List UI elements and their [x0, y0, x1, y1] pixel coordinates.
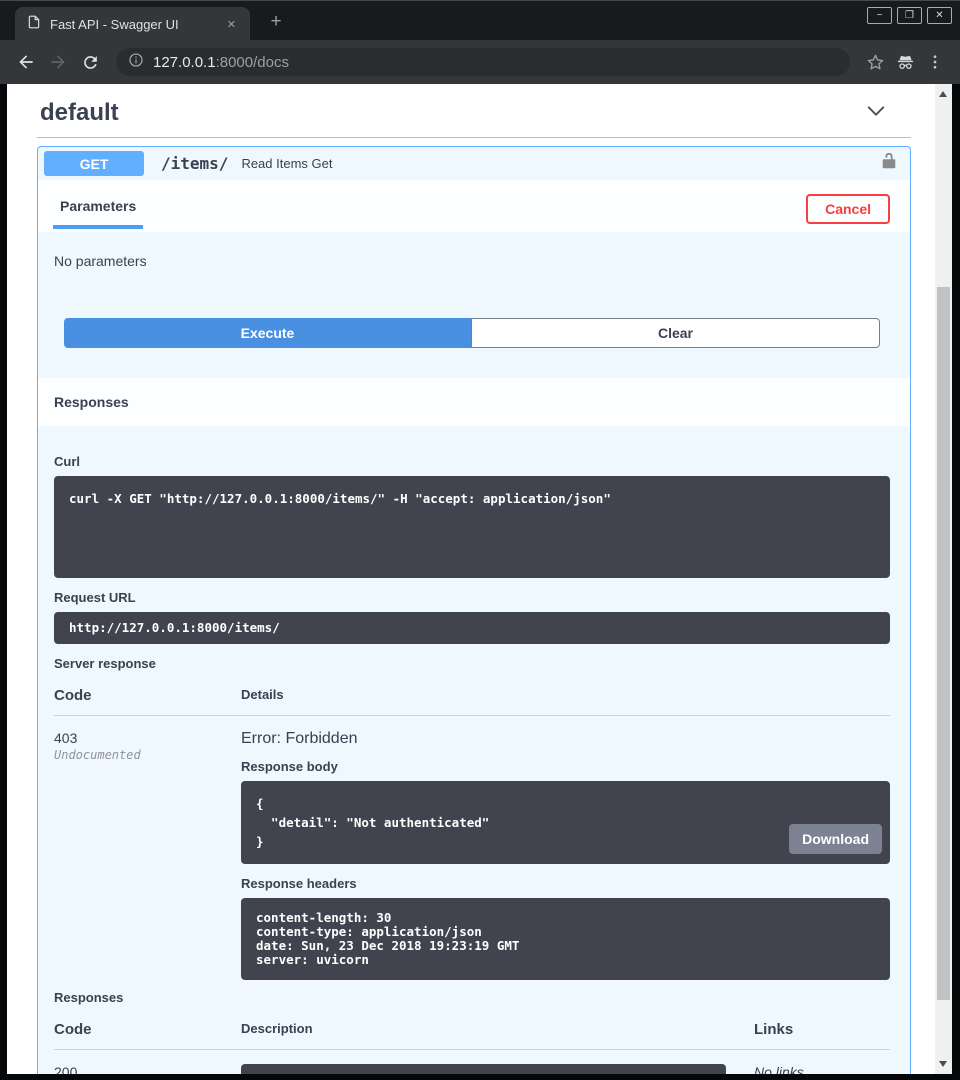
- download-button[interactable]: Download: [789, 824, 882, 854]
- execute-button[interactable]: Execute: [64, 318, 471, 348]
- curl-command: curl -X GET "http://127.0.0.1:8000/items…: [69, 489, 875, 508]
- description-column-header: Description: [241, 1021, 754, 1038]
- window-controls: − ❐ ✕: [867, 7, 952, 24]
- cancel-button[interactable]: Cancel: [806, 194, 890, 224]
- close-button[interactable]: ✕: [927, 7, 952, 24]
- status-code: 403: [54, 730, 241, 746]
- request-url-label: Request URL: [54, 590, 890, 605]
- parameters-body: No parameters Execute Clear: [38, 232, 910, 378]
- opblock-summary[interactable]: GET /items/ Read Items Get: [38, 147, 910, 180]
- response-200-row: 200 Successful Response No links: [54, 1050, 890, 1074]
- swagger-page: default GET /items/ Read Items Get Param…: [7, 84, 935, 1074]
- status-code: 200: [54, 1064, 241, 1074]
- new-tab-button[interactable]: +: [263, 9, 289, 35]
- details-cell: Error: Forbidden Response body { "detail…: [241, 730, 890, 980]
- curl-label: Curl: [54, 454, 890, 469]
- tab-title: Fast API - Swagger UI: [50, 17, 223, 32]
- op-path: /items/: [161, 154, 228, 173]
- back-icon[interactable]: [10, 46, 42, 78]
- tab-parameters[interactable]: Parameters: [53, 198, 143, 229]
- info-icon[interactable]: [128, 52, 144, 73]
- clear-button[interactable]: Clear: [471, 318, 880, 348]
- response-body-block: { "detail": "Not authenticated" } Downlo…: [241, 781, 890, 864]
- reload-icon[interactable]: [74, 46, 106, 78]
- response-headers-label: Response headers: [241, 876, 890, 891]
- status-cell: 403 Undocumented: [54, 730, 241, 980]
- scroll-down-icon[interactable]: [939, 1061, 947, 1067]
- responses-table-header: Code Description Links: [54, 1021, 890, 1050]
- parameters-header: Parameters Cancel: [38, 180, 910, 232]
- no-links-text: No links: [754, 1064, 890, 1074]
- tab-close-icon[interactable]: ✕: [223, 16, 240, 33]
- scroll-up-icon[interactable]: [939, 91, 947, 97]
- forward-icon[interactable]: [42, 46, 74, 78]
- section-divider: [37, 137, 911, 138]
- undocumented-label: Undocumented: [54, 748, 241, 762]
- details-column-header: Details: [241, 687, 890, 704]
- star-icon[interactable]: [860, 47, 890, 77]
- opblock-get-items: GET /items/ Read Items Get Parameters Ca…: [37, 146, 911, 1074]
- code-column-header: Code: [54, 687, 241, 704]
- browser-window: Fast API - Swagger UI ✕ + − ❐ ✕ 127.0.0.…: [0, 0, 960, 1080]
- no-parameters-text: No parameters: [38, 253, 910, 269]
- server-response-label: Server response: [54, 656, 890, 671]
- code-column-header: Code: [54, 1021, 241, 1038]
- server-response-table-header: Code Details: [54, 687, 890, 716]
- lock-open-icon[interactable]: [880, 152, 898, 175]
- server-response-row: 403 Undocumented Error: Forbidden Respon…: [54, 716, 890, 980]
- default-section-header[interactable]: default: [7, 84, 935, 127]
- titlebar: Fast API - Swagger UI ✕ + − ❐ ✕: [0, 0, 960, 40]
- document-icon: [27, 15, 41, 34]
- chevron-down-icon[interactable]: [865, 100, 887, 127]
- menu-dots-icon[interactable]: [920, 47, 950, 77]
- incognito-icon[interactable]: [890, 47, 920, 77]
- error-text: Error: Forbidden: [241, 730, 890, 748]
- execute-row: Execute Clear: [64, 318, 880, 348]
- links-column-header: Links: [754, 1021, 890, 1038]
- address-bar[interactable]: 127.0.0.1:8000/docs: [116, 48, 850, 76]
- maximize-button[interactable]: ❐: [897, 7, 922, 24]
- method-badge: GET: [44, 151, 144, 176]
- responses-body: Curl curl -X GET "http://127.0.0.1:8000/…: [38, 426, 910, 1074]
- op-summary-text: Read Items Get: [241, 156, 880, 171]
- request-url-value: http://127.0.0.1:8000/items/: [69, 621, 875, 635]
- minimize-button[interactable]: −: [867, 7, 892, 24]
- page-scrollbar[interactable]: [935, 84, 952, 1074]
- browser-tab[interactable]: Fast API - Swagger UI ✕: [15, 7, 250, 41]
- scrollbar-thumb[interactable]: [937, 287, 950, 1000]
- responses-table-label: Responses: [54, 990, 890, 1005]
- browser-toolbar: 127.0.0.1:8000/docs: [0, 40, 960, 84]
- response-headers-block: content-length: 30 content-type: applica…: [241, 898, 890, 980]
- description-block: Successful Response: [241, 1064, 726, 1074]
- url-text[interactable]: 127.0.0.1:8000/docs: [153, 54, 289, 71]
- curl-command-block[interactable]: curl -X GET "http://127.0.0.1:8000/items…: [54, 476, 890, 578]
- page-title: default: [40, 99, 119, 127]
- request-url-block: http://127.0.0.1:8000/items/: [54, 612, 890, 644]
- description-cell: Successful Response: [241, 1064, 754, 1074]
- response-body-label: Response body: [241, 759, 890, 774]
- responses-band: Responses: [38, 378, 910, 426]
